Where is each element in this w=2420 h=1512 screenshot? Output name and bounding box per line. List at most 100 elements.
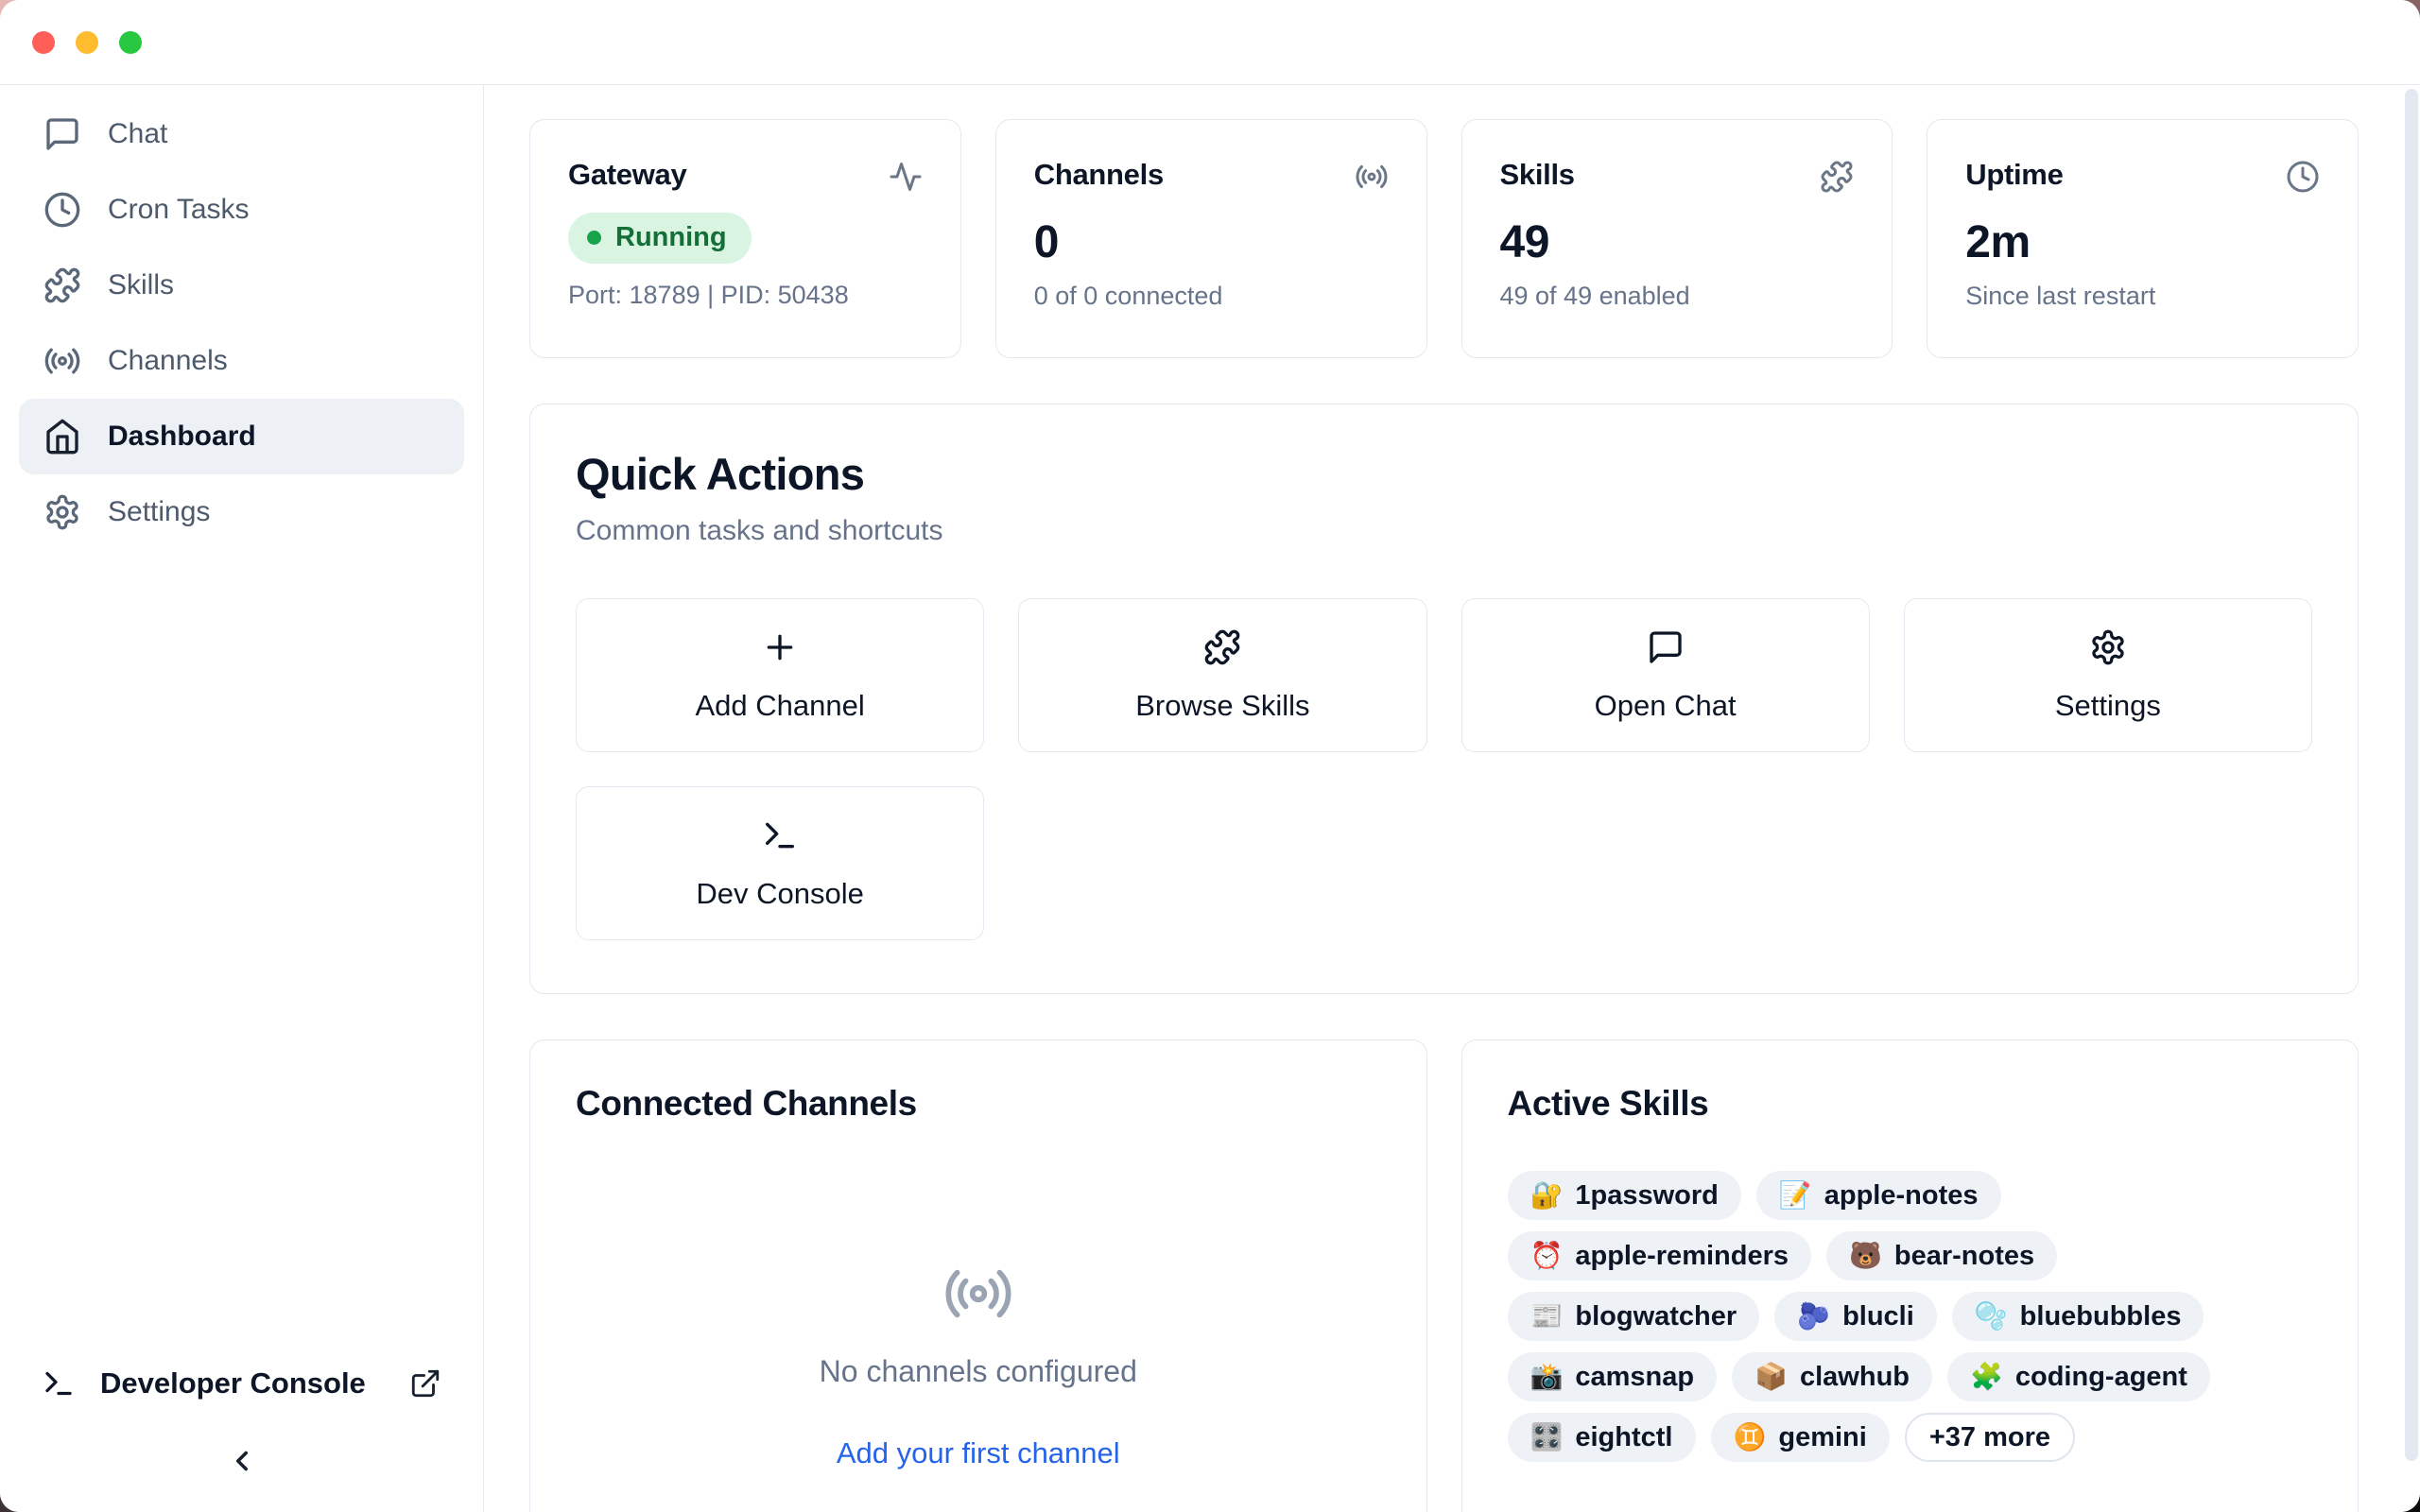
skill-name: blogwatcher xyxy=(1575,1301,1737,1332)
connected-channels-title: Connected Channels xyxy=(576,1084,1381,1124)
skills-badge-list: 🔐1password📝apple-notes⏰apple-reminders🐻b… xyxy=(1508,1171,2313,1462)
radio-icon xyxy=(942,1258,1014,1330)
quick-actions-grid: Add Channel Browse Skills Open Chat Setting… xyxy=(576,598,2312,940)
plus-icon xyxy=(761,628,799,666)
quick-action-dev-console[interactable]: Dev Console xyxy=(576,786,984,940)
quick-action-label: Open Chat xyxy=(1595,689,1737,723)
status-label: Running xyxy=(615,222,727,253)
external-link-icon xyxy=(409,1367,441,1400)
vertical-scrollbar-thumb[interactable] xyxy=(2405,89,2418,1461)
quick-action-label: Browse Skills xyxy=(1135,689,1309,723)
stat-card-channels: Channels 0 0 of 0 connected xyxy=(995,119,1427,358)
quick-action-add-channel[interactable]: Add Channel xyxy=(576,598,984,752)
sidebar-item-label: Skills xyxy=(108,269,174,301)
puzzle-icon xyxy=(1203,628,1241,666)
sidebar-item-dashboard[interactable]: Dashboard xyxy=(19,399,464,474)
terminal-icon xyxy=(42,1366,76,1400)
skill-emoji: 🫐 xyxy=(1797,1303,1830,1330)
connected-channels-card: Connected Channels No channels configure… xyxy=(529,1040,1427,1512)
skill-name: clawhub xyxy=(1800,1362,1910,1393)
sidebar-item-settings[interactable]: Settings xyxy=(19,474,464,550)
main-content: Gateway Running Port: 18789 | PID: 50438 Ch… xyxy=(484,85,2420,1512)
stat-card-gateway: Gateway Running Port: 18789 | PID: 50438 xyxy=(529,119,961,358)
developer-console-button[interactable]: Developer Console xyxy=(42,1357,441,1435)
developer-console-label: Developer Console xyxy=(100,1366,366,1400)
stat-title: Gateway xyxy=(568,158,686,192)
sidebar-item-label: Cron Tasks xyxy=(108,194,250,226)
quick-actions-title: Quick Actions xyxy=(576,448,2312,500)
quick-action-open-chat[interactable]: Open Chat xyxy=(1461,598,1870,752)
channels-empty-text: No channels configured xyxy=(820,1354,1137,1389)
quick-action-label: Settings xyxy=(2055,689,2161,723)
puzzle-icon xyxy=(1820,160,1854,194)
skill-emoji: 🫧 xyxy=(1975,1303,2008,1330)
add-first-channel-link[interactable]: Add your first channel xyxy=(837,1436,1120,1470)
channels-empty-state: No channels configured Add your first ch… xyxy=(576,1258,1381,1470)
quick-action-settings[interactable]: Settings xyxy=(1904,598,2312,752)
skill-emoji: 📸 xyxy=(1530,1364,1564,1390)
skill-name: 1password xyxy=(1575,1180,1719,1211)
message-square-icon xyxy=(43,115,81,153)
active-skills-title: Active Skills xyxy=(1508,1084,2313,1124)
sidebar-item-skills[interactable]: Skills xyxy=(19,248,464,323)
skill-badge-apple-reminders: ⏰ apple-reminders xyxy=(1508,1231,1812,1280)
sidebar-item-channels[interactable]: Channels xyxy=(19,323,464,399)
skill-emoji: 🔐 xyxy=(1530,1182,1564,1209)
skill-name: eightctl xyxy=(1575,1422,1672,1453)
skill-emoji: 📝 xyxy=(1779,1182,1812,1209)
stat-subtext: Port: 18789 | PID: 50438 xyxy=(568,281,923,310)
close-button[interactable] xyxy=(32,31,55,54)
skill-name: bluebubbles xyxy=(2020,1301,2182,1332)
sidebar-item-chat[interactable]: Chat xyxy=(19,96,464,172)
minimize-button[interactable] xyxy=(76,31,98,54)
chevron-left-icon xyxy=(226,1445,258,1477)
skill-badge-bear-notes: 🐻bear-notes xyxy=(1826,1231,2057,1280)
status-dot xyxy=(587,231,601,245)
stat-subtext: 0 of 0 connected xyxy=(1034,282,1389,311)
stat-card-skills: Skills4949 of 49 enabled xyxy=(1461,119,1893,358)
skill-emoji: 📦 xyxy=(1754,1364,1788,1390)
sidebar-item-label: Chat xyxy=(108,118,167,150)
sidebar-item-label: Dashboard xyxy=(108,421,256,453)
quick-action-label: Dev Console xyxy=(696,877,863,911)
quick-actions-subtitle: Common tasks and shortcuts xyxy=(576,515,2312,547)
skill-badge-blucli: 🫐 blucli xyxy=(1774,1292,1937,1341)
stats-grid: Gateway Running Port: 18789 | PID: 50438 Ch… xyxy=(529,119,2359,358)
active-skills-card: Active Skills 🔐1password📝apple-notes⏰app… xyxy=(1461,1040,2360,1512)
quick-action-browse-skills[interactable]: Browse Skills xyxy=(1018,598,1426,752)
home-icon xyxy=(43,418,81,455)
skills-more-badge[interactable]: +37 more xyxy=(1905,1413,2075,1462)
stat-title: Skills xyxy=(1500,158,1575,192)
stat-value: 0 xyxy=(1034,216,1389,268)
clock-icon xyxy=(43,191,81,229)
skill-badge-1password: 🔐 1password xyxy=(1508,1171,1741,1220)
bottom-sections: Connected Channels No channels configure… xyxy=(529,1040,2359,1512)
sidebar-nav: Chat Cron Tasks Skills Channels Dashboard Set… xyxy=(0,85,483,550)
skill-name: gemini xyxy=(1778,1422,1866,1453)
sidebar-item-cron-tasks[interactable]: Cron Tasks xyxy=(19,172,464,248)
radio-icon xyxy=(43,342,81,380)
stat-title: Channels xyxy=(1034,158,1164,192)
zoom-button[interactable] xyxy=(119,31,142,54)
external-link-icon xyxy=(409,1367,441,1400)
radio-icon xyxy=(1355,160,1389,194)
skill-emoji: ⏰ xyxy=(1530,1243,1564,1269)
puzzle-icon xyxy=(43,266,81,304)
skill-badge-blogwatcher: 📰 blogwatcher xyxy=(1508,1292,1760,1341)
gateway-status-badge: Running xyxy=(568,213,752,264)
skill-badge-gemini: ♊️gemini xyxy=(1711,1413,1890,1462)
app-body: Chat Cron Tasks Skills Channels Dashboard Set… xyxy=(0,85,2420,1512)
skill-name: blucli xyxy=(1842,1301,1914,1332)
stat-title: Uptime xyxy=(1965,158,2063,192)
traffic-lights xyxy=(32,31,142,54)
message-square-icon xyxy=(1647,628,1685,666)
skill-badge-coding-agent: 🧩coding-agent xyxy=(1947,1352,2210,1401)
sidebar-item-label: Channels xyxy=(108,345,228,377)
sidebar-footer: Developer Console xyxy=(0,1357,483,1512)
skill-name: apple-reminders xyxy=(1575,1241,1789,1272)
terminal-icon xyxy=(761,816,799,854)
skill-emoji: 🎛️ xyxy=(1530,1424,1564,1451)
sidebar-collapse-button[interactable] xyxy=(216,1435,268,1487)
skill-emoji: 📰 xyxy=(1530,1303,1564,1330)
skill-badge-eightctl: 🎛️ eightctl xyxy=(1508,1413,1696,1462)
